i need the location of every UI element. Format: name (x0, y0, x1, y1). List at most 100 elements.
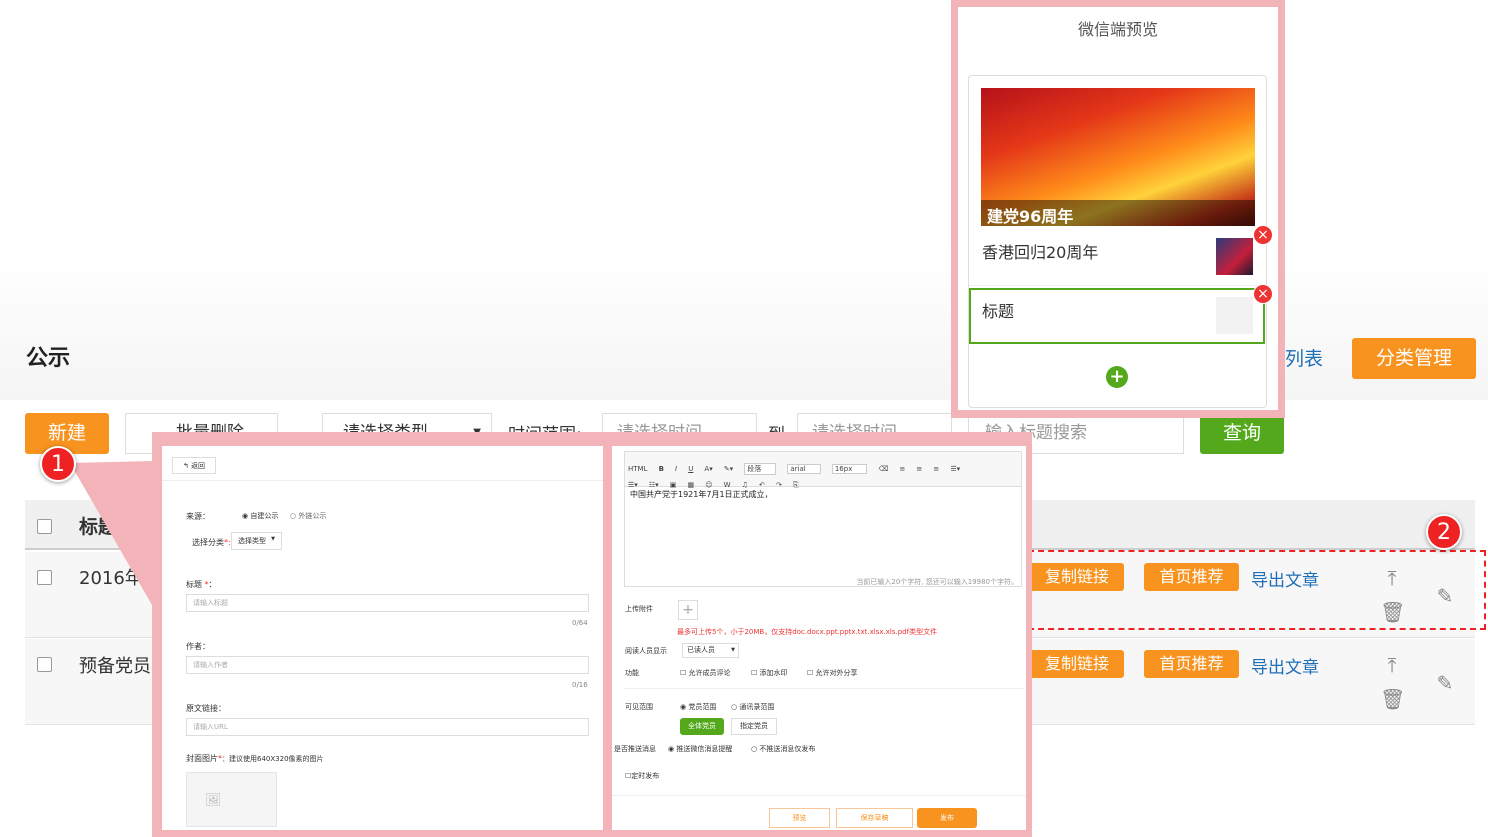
editor-content: 中国共产党于1921年7月1日正式成立， (630, 490, 773, 499)
cover-label-text: 封面图片 (186, 754, 218, 763)
push-none-radio[interactable]: ○ 不推送消息仅发布 (751, 744, 815, 754)
required-mark: *: (224, 538, 231, 547)
divider (624, 688, 1024, 689)
cover-upload[interactable]: 🖼 (186, 772, 277, 827)
select-all-checkbox[interactable] (37, 519, 52, 534)
category-manage-button[interactable]: 分类管理 (1352, 338, 1476, 379)
list-icon[interactable]: ☰▾ (950, 465, 960, 473)
highlight-box (1018, 550, 1486, 630)
author-label: 作者： (186, 642, 210, 651)
author-placeholder: 请输入作者 (193, 661, 228, 669)
assign-members-button[interactable]: 指定党员 (731, 718, 777, 735)
source-option-link[interactable]: ○ 外链公示 (290, 511, 326, 521)
copy-link-button[interactable]: 复制链接 (1030, 650, 1124, 678)
attach-label: 上传附件 (625, 605, 653, 613)
preview-button[interactable]: 预览 (769, 808, 830, 828)
source-option-self-label: 自建公示 (250, 512, 279, 520)
preview-item-title: 香港回归20周年 (982, 243, 1099, 262)
external-share-checkbox[interactable]: ☐ 允许对外分享 (807, 668, 858, 678)
title-placeholder: 请输入标题 (193, 599, 228, 607)
align-center-icon[interactable]: ≡ (916, 465, 922, 473)
allow-comment-label: 允许成员评论 (688, 669, 731, 677)
chevron-down-icon: ▼ (731, 647, 735, 653)
push-wechat-label: 推送微信消息提醒 (676, 745, 733, 753)
size-value: 16px (834, 465, 853, 473)
back-button[interactable]: ↰ 返回 (172, 457, 216, 474)
scope-party-radio[interactable]: ◉ 党员范围 (680, 702, 716, 712)
url-label: 原文链接： (186, 704, 226, 713)
export-article-link[interactable]: 导出文章 (1251, 653, 1319, 678)
delete-icon[interactable]: × (1253, 225, 1273, 245)
add-item-icon[interactable]: + (1106, 366, 1128, 388)
back-label: 返回 (191, 462, 206, 470)
reader-value: 已读人员 (687, 646, 715, 654)
format-painter-icon[interactable]: ⌫ (878, 465, 888, 473)
back-icon: ↰ (182, 462, 192, 470)
delete-icon[interactable]: × (1253, 284, 1273, 304)
publish-button[interactable]: 发布 (917, 808, 977, 828)
row-checkbox[interactable] (37, 570, 52, 585)
allow-comment-checkbox[interactable]: ☐ 允许成员评论 (680, 668, 731, 678)
plus-icon: + (682, 602, 694, 618)
row-title: 预备党员 (79, 656, 151, 677)
save-draft-button[interactable]: 保存草稿 (836, 808, 913, 828)
scope-contacts-label: 通讯录范围 (739, 703, 775, 711)
add-attachment-button[interactable]: + (678, 600, 698, 620)
external-share-label: 允许对外分享 (815, 669, 858, 677)
timed-publish-label: 定时发布 (631, 772, 660, 780)
home-recommend-button[interactable]: 首页推荐 (1144, 650, 1239, 678)
timed-publish-checkbox[interactable]: ☐定时发布 (625, 771, 659, 781)
divider (162, 480, 603, 481)
title-input[interactable]: 请输入标题 (186, 594, 589, 612)
all-members-button[interactable]: 全体党员 (680, 718, 724, 735)
author-counter: 0/16 (572, 681, 588, 689)
divider (612, 795, 1026, 796)
query-button[interactable]: 查询 (1200, 413, 1284, 454)
push-wechat-radio[interactable]: ◉ 推送微信消息提醒 (668, 744, 732, 754)
pin-top-icon[interactable]: ⤒ (1380, 653, 1404, 677)
placeholder-thumbnail (1216, 297, 1253, 334)
category-select-value: 选择类型 (238, 537, 266, 545)
source-label: 来源： (186, 512, 210, 521)
category-select[interactable]: 选择类型 ▼ (231, 532, 282, 550)
banner-caption: 建党96周年 (987, 207, 1074, 226)
category-label-text: 选择分类 (192, 538, 224, 547)
editor-content-area[interactable] (624, 487, 1022, 587)
reader-label: 阅读人员显示 (625, 647, 667, 655)
align-left-icon[interactable]: ≡ (899, 465, 905, 473)
cover-hint: ：建议使用640X320像素的图片 (222, 755, 324, 763)
char-count: 当前已输入20个字符, 您还可以输入19980个字符。 (856, 578, 1018, 586)
required-mark: * (202, 580, 209, 589)
list-link[interactable]: 列表 (1285, 344, 1323, 371)
url-placeholder: 请输入URL (193, 723, 228, 731)
category-label: 选择分类*: (192, 537, 231, 548)
cover-label: 封面图片*：建议使用640X320像素的图片 (186, 753, 324, 764)
preview-title: 微信端预览 (1077, 20, 1158, 39)
push-none-label: 不推送消息仅发布 (759, 745, 816, 753)
title-label-text: 标题 (186, 580, 202, 589)
align-right-icon[interactable]: ≡ (933, 465, 939, 473)
size-select[interactable]: 16px (831, 464, 868, 474)
callout-badge: 1 (40, 446, 76, 482)
attach-hint: 最多可上传5个，小于20MB，仅支持doc.docx.ppt.pptx.txt.… (677, 628, 938, 636)
scope-party-label: 党员范围 (688, 703, 717, 711)
scope-contacts-radio[interactable]: ○ 通讯录范围 (731, 702, 774, 712)
callout-pointer (70, 461, 152, 605)
chevron-down-icon: ▼ (271, 536, 275, 542)
author-input[interactable]: 请输入作者 (186, 656, 589, 674)
title-counter: 0/64 (572, 619, 588, 627)
item-thumbnail (1216, 238, 1253, 275)
url-input[interactable]: 请输入URL (186, 718, 589, 736)
callout-badge: 2 (1426, 514, 1462, 550)
source-option-link-label: 外链公示 (298, 512, 327, 520)
source-option-self[interactable]: ◉ 自建公示 (242, 511, 278, 521)
row-checkbox[interactable] (37, 657, 52, 672)
edit-icon[interactable]: ✎ (1433, 671, 1457, 695)
reader-select[interactable]: 已读人员 ▼ (682, 643, 739, 658)
trash-icon[interactable]: 🗑 (1380, 687, 1405, 711)
watermark-checkbox[interactable]: ☐ 添加水印 (751, 668, 788, 678)
page-title: 公示 (26, 346, 71, 371)
push-label: 是否推送消息 (614, 745, 656, 753)
image-icon: 🖼 (205, 793, 222, 808)
scope-label: 可见范围 (625, 703, 653, 711)
